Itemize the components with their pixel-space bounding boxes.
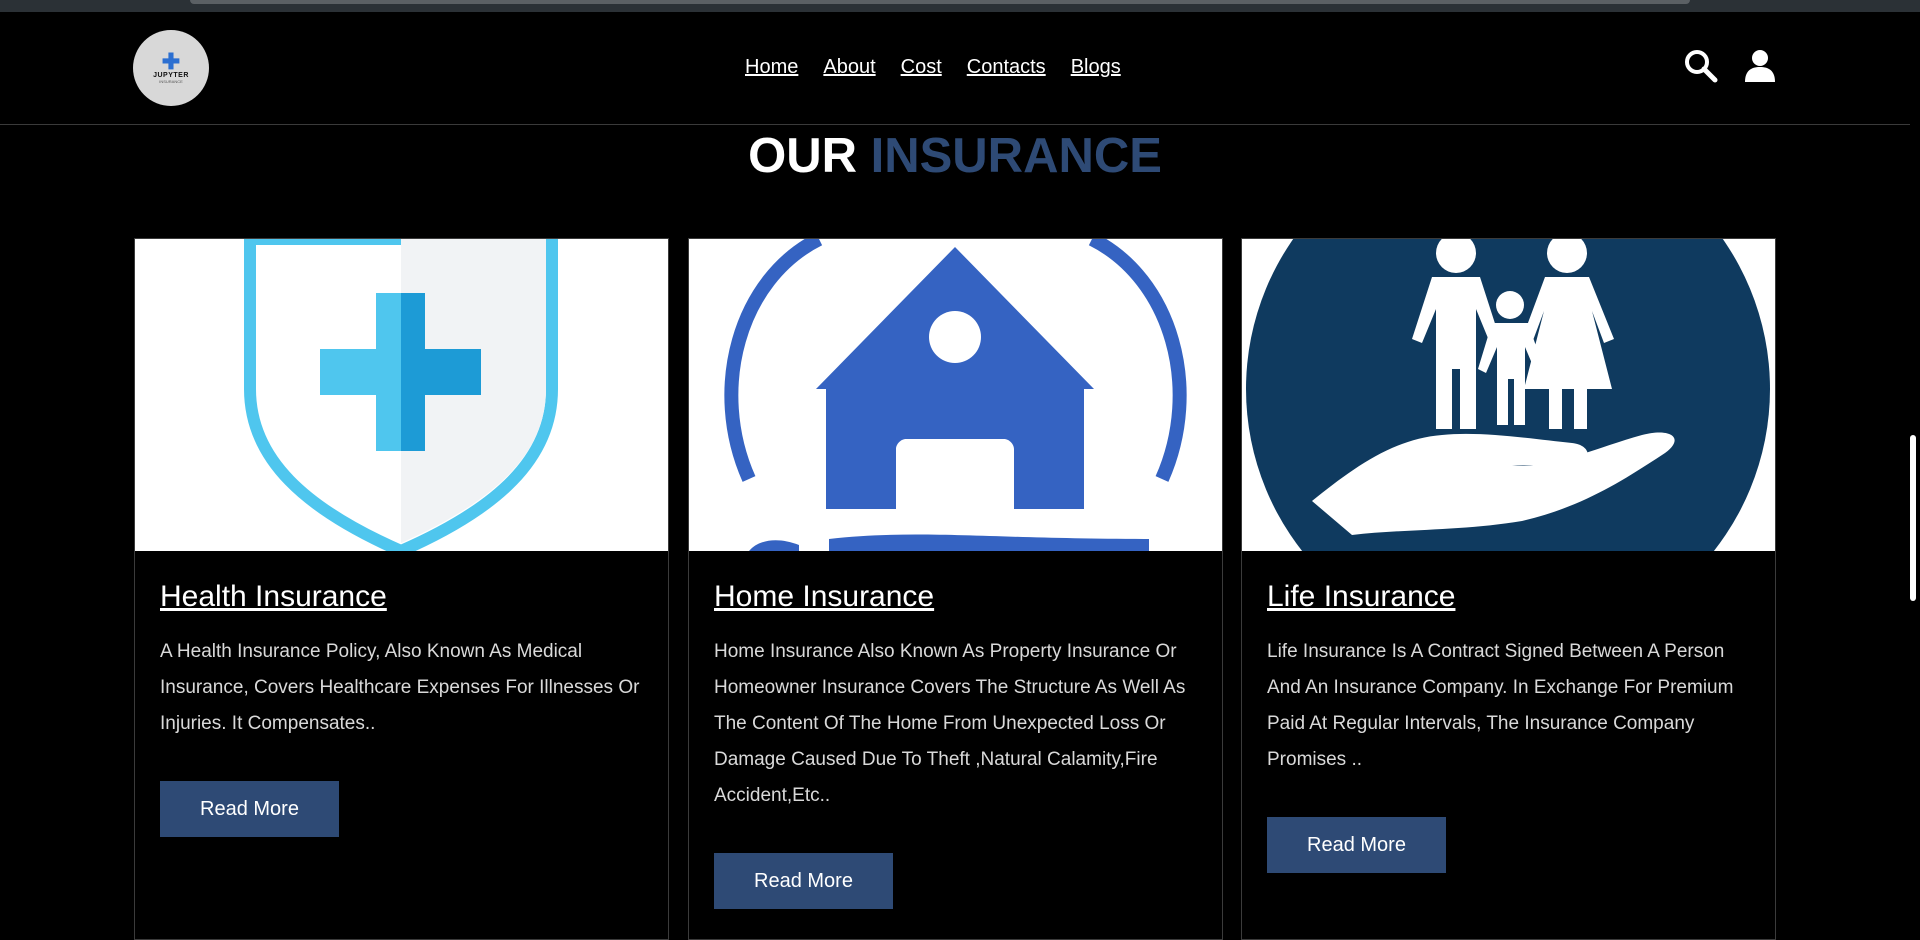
card-description-home: Home Insurance Also Known As Property In… [714,641,1186,806]
nav-about[interactable]: About [823,56,875,79]
house-icon [689,239,1222,551]
card-title-home[interactable]: Home Insurance [714,580,934,614]
site-logo[interactable]: ✚ JUPYTER INSURANCE [133,30,209,106]
site-header: ✚ JUPYTER INSURANCE Home About Cost Cont… [0,12,1910,125]
top-scroll-indicator [190,0,1690,4]
shield-plus-icon [135,239,668,551]
insurance-card-health: Health Insurance A Health Insurance Poli… [134,238,669,940]
nav-cost[interactable]: Cost [901,56,942,79]
family-hand-icon [1242,239,1775,551]
user-icon[interactable] [1742,48,1778,84]
heading-word-insurance: INSURANCE [870,129,1162,183]
insurance-card-life: Life Insurance Life Insurance Is A Contr… [1241,238,1776,940]
logo-mark: ✚ [161,49,181,74]
read-more-button-home[interactable]: Read More [714,853,893,909]
card-title-life[interactable]: Life Insurance [1267,580,1455,614]
logo-subtitle: INSURANCE [159,79,183,84]
page-scrollbar[interactable] [1910,435,1916,601]
browser-top-strip [0,0,1920,12]
card-title-health[interactable]: Health Insurance [160,580,387,614]
card-description-health: A Health Insurance Policy, Also Known As… [160,641,640,734]
nav-blogs[interactable]: Blogs [1071,56,1121,79]
read-more-button-life[interactable]: Read More [1267,817,1446,873]
heading-word-our: OUR [748,129,857,183]
read-more-button-health[interactable]: Read More [160,781,339,837]
card-description-life: Life Insurance Is A Contract Signed Betw… [1267,641,1734,770]
insurance-card-home: Home Insurance Home Insurance Also Known… [688,238,1223,940]
logo-name: JUPYTER [153,72,189,79]
section-heading: OUR INSURANCE [0,128,1910,184]
nav-contacts[interactable]: Contacts [967,56,1046,79]
main-nav: Home About Cost Contacts Blogs [745,56,1121,79]
nav-home[interactable]: Home [745,56,798,79]
search-icon[interactable] [1683,48,1719,84]
